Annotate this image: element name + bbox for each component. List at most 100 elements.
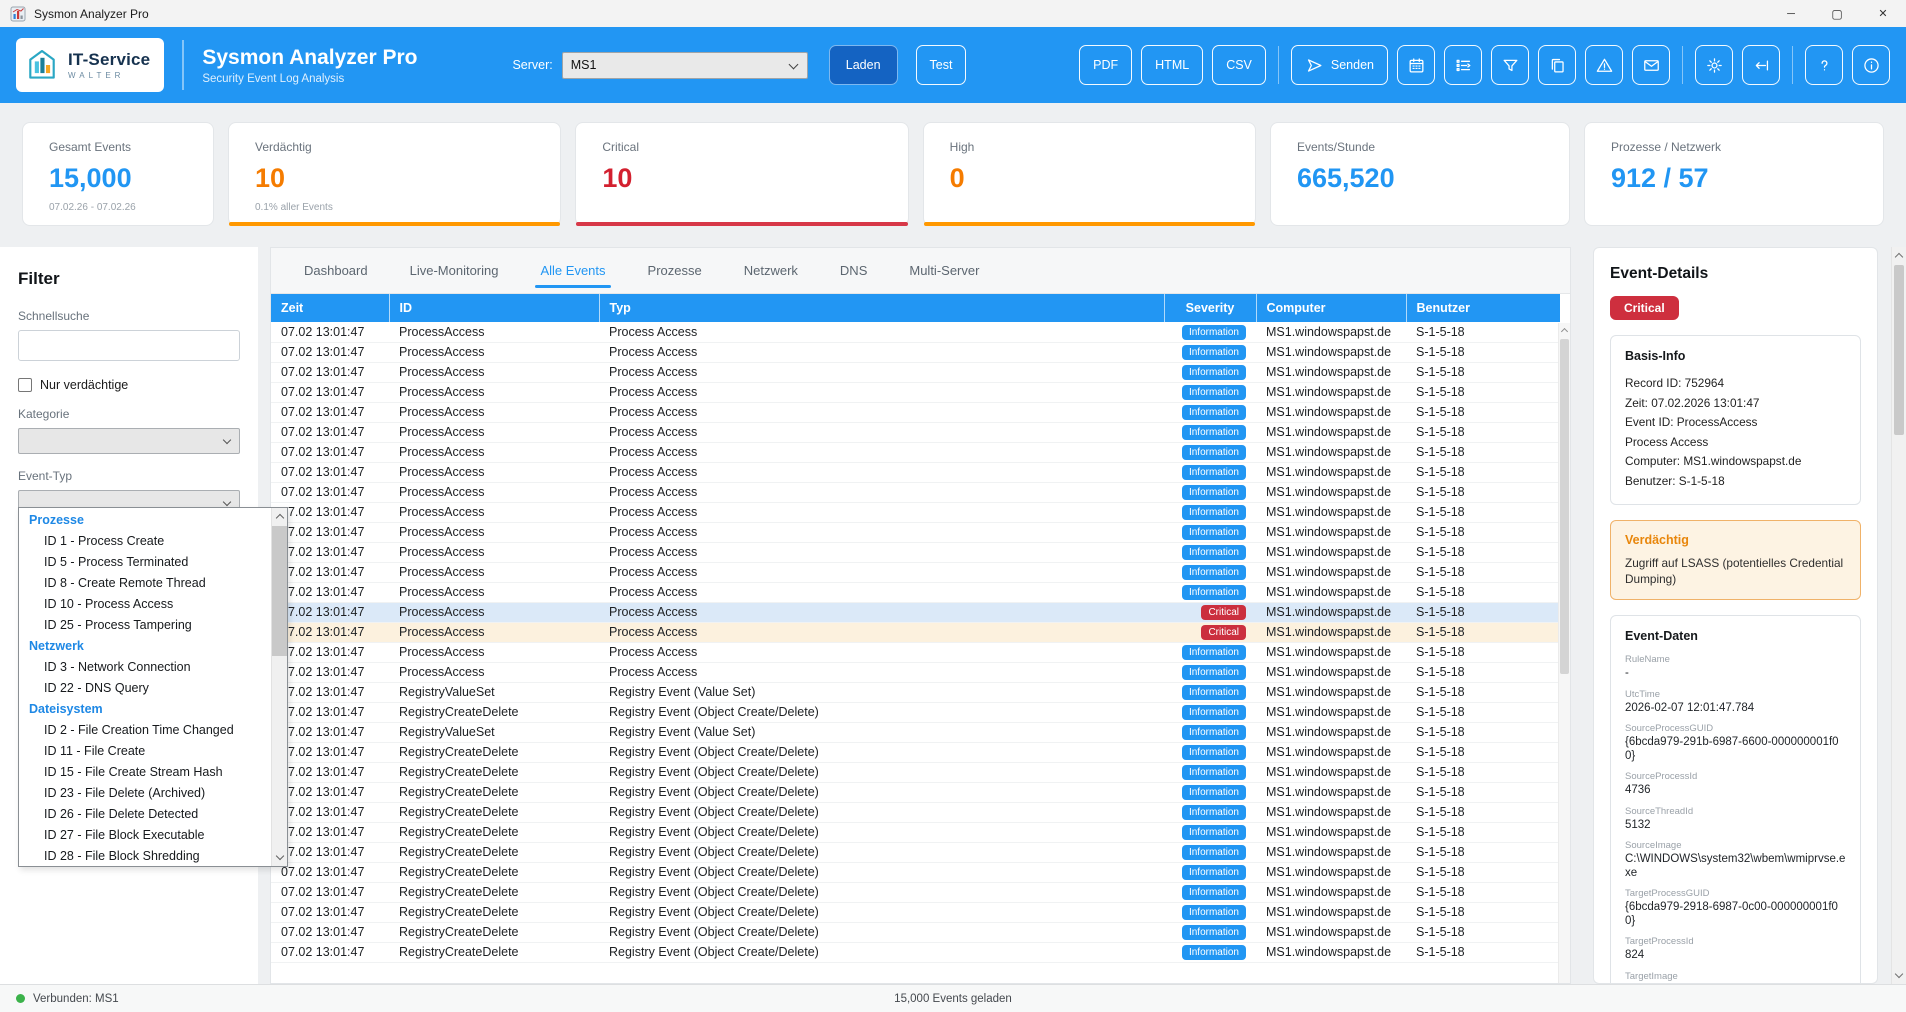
cell-zeit: 07.02 13:01:47: [271, 942, 389, 962]
checklist-button[interactable]: [1444, 45, 1482, 85]
export-csv-button[interactable]: CSV: [1212, 45, 1266, 85]
dropdown-item[interactable]: ID 22 - DNS Query: [19, 678, 271, 699]
close-button[interactable]: ✕: [1860, 0, 1906, 27]
dropdown-item[interactable]: ID 2 - File Creation Time Changed: [19, 720, 271, 741]
column-header-computer[interactable]: Computer: [1256, 294, 1406, 322]
table-row[interactable]: 07.02 13:01:47RegistryCreateDeleteRegist…: [271, 762, 1560, 782]
dropdown-scrollbar[interactable]: [271, 508, 287, 866]
table-row[interactable]: 07.02 13:01:47ProcessAccessProcess Acces…: [271, 482, 1560, 502]
gear-button[interactable]: [1695, 45, 1733, 85]
column-header-id[interactable]: ID: [389, 294, 599, 322]
table-row[interactable]: 07.02 13:01:47ProcessAccessProcess Acces…: [271, 382, 1560, 402]
table-row[interactable]: 07.02 13:01:47ProcessAccessProcess Acces…: [271, 402, 1560, 422]
table-row[interactable]: 07.02 13:01:47ProcessAccessProcess Acces…: [271, 502, 1560, 522]
table-row[interactable]: 07.02 13:01:47ProcessAccessProcess Acces…: [271, 622, 1560, 642]
column-header-typ[interactable]: Typ: [599, 294, 1164, 322]
dropdown-item[interactable]: ID 10 - Process Access: [19, 594, 271, 615]
copy-button[interactable]: [1538, 45, 1576, 85]
dropdown-item[interactable]: ID 26 - File Delete Detected: [19, 804, 271, 825]
export-html-button[interactable]: HTML: [1141, 45, 1203, 85]
table-row[interactable]: 07.02 13:01:47RegistryCreateDeleteRegist…: [271, 862, 1560, 882]
table-row[interactable]: 07.02 13:01:47RegistryCreateDeleteRegist…: [271, 922, 1560, 942]
server-select[interactable]: MS1: [562, 52, 808, 79]
tab-alle-events[interactable]: Alle Events: [519, 248, 626, 293]
column-header-severity[interactable]: Severity: [1164, 294, 1256, 322]
table-row[interactable]: 07.02 13:01:47ProcessAccessProcess Acces…: [271, 462, 1560, 482]
column-header-benutzer[interactable]: Benutzer: [1406, 294, 1560, 322]
mail-button[interactable]: [1632, 45, 1670, 85]
dropdown-item[interactable]: ID 1 - Process Create: [19, 531, 271, 552]
dropdown-item[interactable]: ID 28 - File Block Shredding: [19, 846, 271, 867]
tab-dns[interactable]: DNS: [819, 248, 888, 293]
table-row[interactable]: 07.02 13:01:47ProcessAccessProcess Acces…: [271, 602, 1560, 622]
cell-zeit: 07.02 13:01:47: [271, 442, 389, 462]
quick-search-input[interactable]: [18, 330, 240, 361]
table-row[interactable]: 07.02 13:01:47ProcessAccessProcess Acces…: [271, 322, 1560, 342]
table-row[interactable]: 07.02 13:01:47RegistryCreateDeleteRegist…: [271, 942, 1560, 962]
field-value: C:\WINDOWS\system32\wbem\wmiprvse.exe: [1625, 853, 1846, 880]
table-row[interactable]: 07.02 13:01:47ProcessAccessProcess Acces…: [271, 562, 1560, 582]
tab-prozesse[interactable]: Prozesse: [627, 248, 723, 293]
table-row[interactable]: 07.02 13:01:47ProcessAccessProcess Acces…: [271, 542, 1560, 562]
category-select[interactable]: [18, 428, 240, 454]
scroll-up-icon[interactable]: [1561, 328, 1568, 335]
table-row[interactable]: 07.02 13:01:47RegistryValueSetRegistry E…: [271, 682, 1560, 702]
table-scrollbar[interactable]: [1558, 323, 1570, 983]
dropdown-item[interactable]: ID 11 - File Create: [19, 741, 271, 762]
table-row[interactable]: 07.02 13:01:47ProcessAccessProcess Acces…: [271, 522, 1560, 542]
table-row[interactable]: 07.02 13:01:47RegistryCreateDeleteRegist…: [271, 702, 1560, 722]
maximize-button[interactable]: ▢: [1814, 0, 1860, 27]
cell-computer: MS1.windowspapst.de: [1256, 542, 1406, 562]
table-row[interactable]: 07.02 13:01:47ProcessAccessProcess Acces…: [271, 662, 1560, 682]
dropdown-item[interactable]: ID 23 - File Delete (Archived): [19, 783, 271, 804]
test-button[interactable]: Test: [916, 45, 967, 85]
table-row[interactable]: 07.02 13:01:47RegistryCreateDeleteRegist…: [271, 882, 1560, 902]
dropdown-item[interactable]: ID 27 - File Block Executable: [19, 825, 271, 846]
info-button[interactable]: [1852, 45, 1890, 85]
send-button[interactable]: Senden: [1291, 45, 1388, 85]
table-row[interactable]: 07.02 13:01:47RegistryCreateDeleteRegist…: [271, 822, 1560, 842]
table-row[interactable]: 07.02 13:01:47ProcessAccessProcess Acces…: [271, 342, 1560, 362]
scroll-up-icon[interactable]: [275, 514, 283, 522]
tab-multi-server[interactable]: Multi-Server: [888, 248, 1000, 293]
table-row[interactable]: 07.02 13:01:47RegistryValueSetRegistry E…: [271, 722, 1560, 742]
table-row[interactable]: 07.02 13:01:47RegistryCreateDeleteRegist…: [271, 802, 1560, 822]
tab-live-monitoring[interactable]: Live-Monitoring: [389, 248, 520, 293]
table-row[interactable]: 07.02 13:01:47ProcessAccessProcess Acces…: [271, 642, 1560, 662]
scroll-down-icon[interactable]: [1895, 970, 1903, 978]
table-row[interactable]: 07.02 13:01:47RegistryCreateDeleteRegist…: [271, 842, 1560, 862]
return-button[interactable]: [1742, 45, 1780, 85]
filter-button[interactable]: [1491, 45, 1529, 85]
dropdown-item[interactable]: ID 5 - Process Terminated: [19, 552, 271, 573]
quick-search-label: Schnellsuche: [18, 309, 240, 323]
table-row[interactable]: 07.02 13:01:47RegistryCreateDeleteRegist…: [271, 902, 1560, 922]
table-row[interactable]: 07.02 13:01:47ProcessAccessProcess Acces…: [271, 362, 1560, 382]
tab-netzwerk[interactable]: Netzwerk: [723, 248, 819, 293]
window-scrollbar[interactable]: [1891, 247, 1906, 984]
scroll-up-icon[interactable]: [1895, 253, 1903, 261]
dropdown-item[interactable]: ID 8 - Create Remote Thread: [19, 573, 271, 594]
dropdown-item[interactable]: ID 15 - File Create Stream Hash: [19, 762, 271, 783]
table-row[interactable]: 07.02 13:01:47RegistryCreateDeleteRegist…: [271, 742, 1560, 762]
table-row[interactable]: 07.02 13:01:47ProcessAccessProcess Acces…: [271, 442, 1560, 462]
severity-badge: Information: [1182, 465, 1246, 481]
calendar-button[interactable]: [1397, 45, 1435, 85]
status-bar: Verbunden: MS1 15,000 Events geladen: [0, 984, 1906, 1012]
scrollbar-thumb[interactable]: [272, 526, 287, 656]
scrollbar-thumb[interactable]: [1560, 339, 1569, 674]
minimize-button[interactable]: ─: [1768, 0, 1814, 27]
table-row[interactable]: 07.02 13:01:47ProcessAccessProcess Acces…: [271, 582, 1560, 602]
table-row[interactable]: 07.02 13:01:47RegistryCreateDeleteRegist…: [271, 782, 1560, 802]
scrollbar-thumb[interactable]: [1894, 265, 1904, 435]
help-button[interactable]: [1805, 45, 1843, 85]
export-pdf-button[interactable]: PDF: [1079, 45, 1132, 85]
scroll-down-icon[interactable]: [275, 852, 283, 860]
column-header-zeit[interactable]: Zeit: [271, 294, 389, 322]
load-button[interactable]: Laden: [829, 45, 898, 85]
warning-button[interactable]: [1585, 45, 1623, 85]
tab-dashboard[interactable]: Dashboard: [283, 248, 389, 293]
suspicious-only-checkbox[interactable]: [18, 378, 32, 392]
table-row[interactable]: 07.02 13:01:47ProcessAccessProcess Acces…: [271, 422, 1560, 442]
dropdown-item[interactable]: ID 3 - Network Connection: [19, 657, 271, 678]
dropdown-item[interactable]: ID 25 - Process Tampering: [19, 615, 271, 636]
